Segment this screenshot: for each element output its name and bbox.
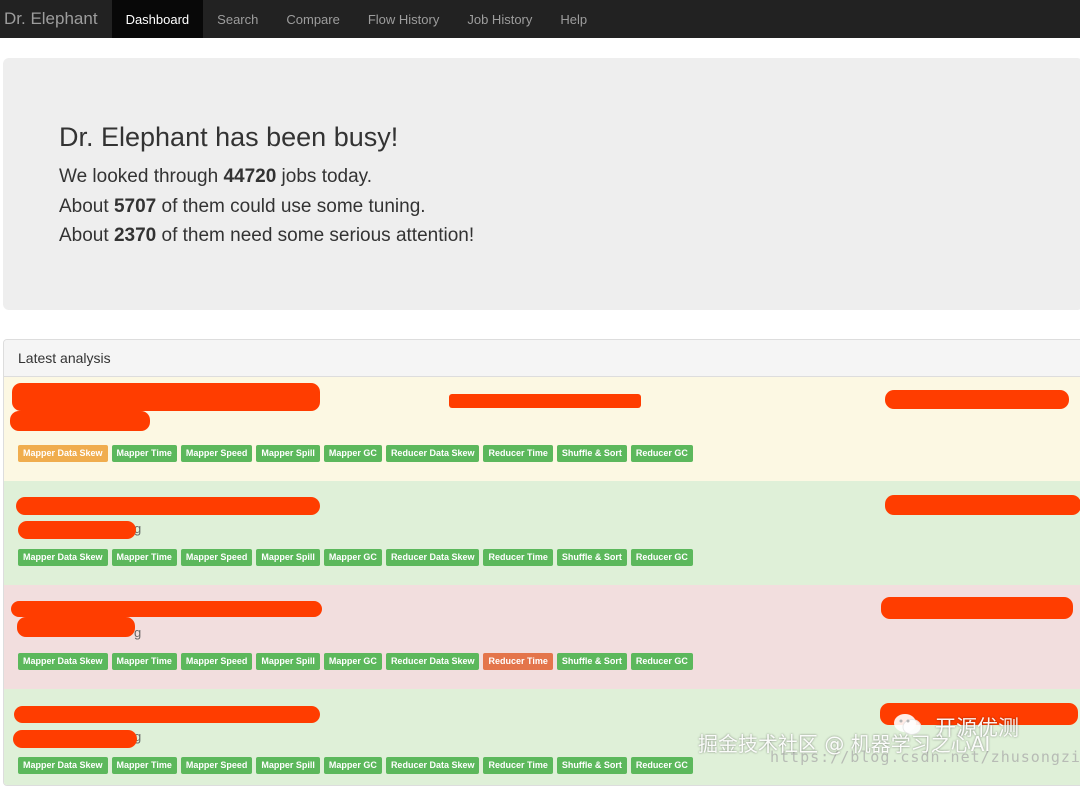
redacted-user xyxy=(10,411,150,431)
heuristic-badge[interactable]: Mapper Data Skew xyxy=(18,757,108,774)
summary-attention-prefix: About xyxy=(59,225,114,246)
heuristic-badge[interactable]: Reducer Data Skew xyxy=(385,549,480,566)
heuristic-badge[interactable]: Mapper Spill xyxy=(256,549,320,566)
panel-heading: Latest analysis xyxy=(4,340,1080,377)
nav-job-history[interactable]: Job History xyxy=(453,0,546,38)
redacted-user xyxy=(17,617,135,637)
summary-title: Dr. Elephant has been busy! xyxy=(59,122,399,152)
heuristic-badge[interactable]: Reducer Time xyxy=(483,653,553,670)
summary-jobs-suffix: jobs today. xyxy=(276,166,373,187)
heuristic-badge[interactable]: Mapper GC xyxy=(323,445,382,462)
redacted-user xyxy=(13,730,137,748)
heuristic-badge[interactable]: Mapper GC xyxy=(323,757,382,774)
summary-attention-line: About 2370 of them need some serious att… xyxy=(59,225,474,247)
heuristic-badge[interactable]: Reducer GC xyxy=(630,445,693,462)
heuristic-badge[interactable]: Reducer Data Skew xyxy=(385,445,480,462)
nav-search[interactable]: Search xyxy=(203,0,272,38)
heuristic-badge[interactable]: Reducer GC xyxy=(630,549,693,566)
heuristic-badge[interactable]: Mapper Data Skew xyxy=(18,549,108,566)
nav-help[interactable]: Help xyxy=(546,0,601,38)
brand-logo[interactable]: Dr. Elephant xyxy=(0,0,112,38)
summary-jobs-line: We looked through 44720 jobs today. xyxy=(59,166,372,188)
heuristic-badge[interactable]: Reducer Time xyxy=(483,757,553,774)
heuristic-badge[interactable]: Mapper Data Skew xyxy=(18,653,108,670)
heuristic-badge[interactable]: Mapper Time xyxy=(111,445,177,462)
summary-tuning-line: About 5707 of them could use some tuning… xyxy=(59,196,426,218)
redacted-queue xyxy=(449,394,641,408)
heuristic-badge[interactable]: Mapper Spill xyxy=(256,653,320,670)
heuristic-badge[interactable]: Reducer Time xyxy=(483,445,553,462)
redacted-time xyxy=(885,495,1080,515)
heuristic-badge[interactable]: Mapper Speed xyxy=(180,653,253,670)
top-navbar: Dr. Elephant Dashboard Search Compare Fl… xyxy=(0,0,1080,38)
heuristic-badge[interactable]: Mapper Time xyxy=(111,653,177,670)
tuning-count: 5707 xyxy=(113,196,157,217)
heuristic-badge[interactable]: Mapper Time xyxy=(111,549,177,566)
heuristic-badges: Mapper Data Skew Mapper Time Mapper Speed M… xyxy=(18,445,693,462)
heuristic-badge[interactable]: Mapper Spill xyxy=(256,445,320,462)
heuristic-badge[interactable]: Reducer Time xyxy=(483,549,553,566)
redacted-job-name xyxy=(14,706,320,723)
summary-jobs-prefix: We looked through xyxy=(59,166,224,187)
analysis-row[interactable]: g Mapper Data Skew Mapper Time Mapper Spee… xyxy=(4,585,1080,689)
heuristic-badge[interactable]: Shuffle & Sort xyxy=(556,757,627,774)
heuristic-badge[interactable]: Mapper Speed xyxy=(180,549,253,566)
heuristic-badge[interactable]: Mapper GC xyxy=(323,549,382,566)
nav-dashboard[interactable]: Dashboard xyxy=(111,0,204,38)
analysis-row[interactable]: Mapper Data Skew Mapper Time Mapper Speed M… xyxy=(4,377,1080,481)
job-trailing-text: g xyxy=(134,625,142,640)
redacted-job-name xyxy=(12,383,320,411)
heuristic-badge[interactable]: Reducer Data Skew xyxy=(385,757,480,774)
attention-count: 2370 xyxy=(113,225,157,246)
watermark-community: 掘金技术社区 @ 机器学习之心AI xyxy=(698,732,991,756)
redacted-job-name xyxy=(11,601,322,617)
heuristic-badge[interactable]: Mapper Speed xyxy=(180,445,253,462)
heuristic-badge[interactable]: Shuffle & Sort xyxy=(556,445,627,462)
heuristic-badge[interactable]: Shuffle & Sort xyxy=(556,653,627,670)
heuristic-badges: Mapper Data Skew Mapper Time Mapper Speed M… xyxy=(18,653,693,670)
redacted-time xyxy=(881,597,1073,619)
heuristic-badge[interactable]: Mapper Spill xyxy=(256,757,320,774)
heuristic-badge[interactable]: Mapper GC xyxy=(323,653,382,670)
heuristic-badge[interactable]: Reducer GC xyxy=(630,757,693,774)
heuristic-badges: Mapper Data Skew Mapper Time Mapper Speed M… xyxy=(18,757,693,774)
redacted-time xyxy=(885,390,1069,409)
heuristic-badge[interactable]: Shuffle & Sort xyxy=(556,549,627,566)
heuristic-badge[interactable]: Mapper Time xyxy=(111,757,177,774)
summary-attention-suffix: of them need some serious attention! xyxy=(156,225,475,246)
heuristic-badge[interactable]: Mapper Speed xyxy=(180,757,253,774)
heuristic-badge[interactable]: Reducer GC xyxy=(630,653,693,670)
jobs-count: 44720 xyxy=(223,166,277,187)
summary-jumbotron: Dr. Elephant has been busy! We looked th… xyxy=(3,58,1080,310)
redacted-job-name xyxy=(16,497,320,515)
heuristic-badge[interactable]: Reducer Data Skew xyxy=(385,653,480,670)
summary-tuning-suffix: of them could use some tuning. xyxy=(156,196,426,217)
redacted-user xyxy=(18,521,136,539)
nav-compare[interactable]: Compare xyxy=(272,0,353,38)
summary-tuning-prefix: About xyxy=(59,196,114,217)
heuristic-badges: Mapper Data Skew Mapper Time Mapper Speed M… xyxy=(18,549,693,566)
nav-flow-history[interactable]: Flow History xyxy=(354,0,454,38)
analysis-row[interactable]: g Mapper Data Skew Mapper Time Mapper Spee… xyxy=(4,481,1080,585)
heuristic-badge[interactable]: Mapper Data Skew xyxy=(18,445,108,462)
